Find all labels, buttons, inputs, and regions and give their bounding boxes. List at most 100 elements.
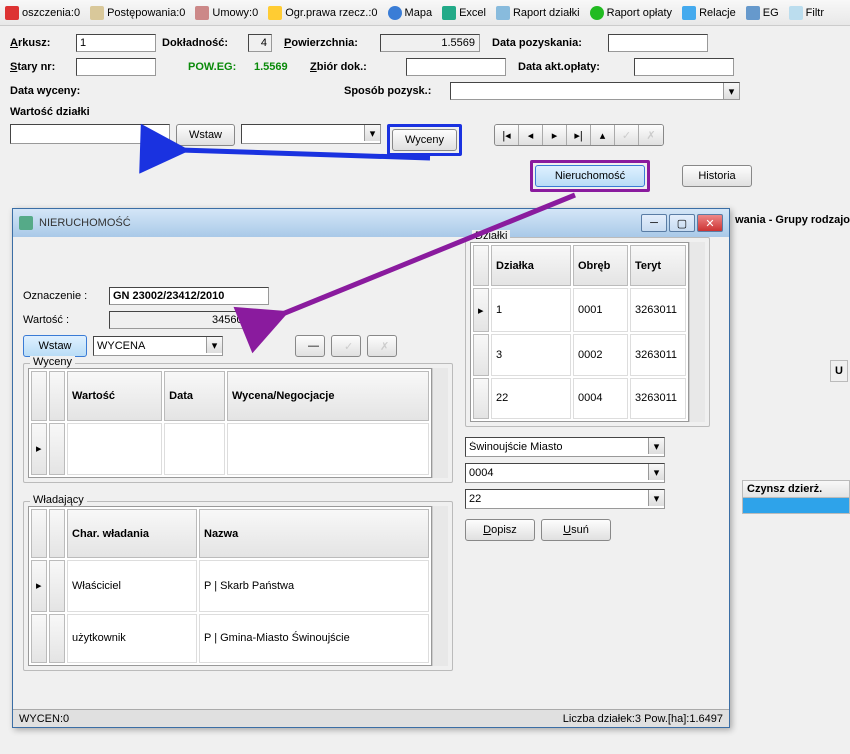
wyceny-legend: Wyceny xyxy=(30,356,75,368)
nieruchomosc-dialog: NIERUCHOMOŚĆ ─ ▢ ✕ Oznaczenie : Wartość … xyxy=(12,208,730,728)
document-icon xyxy=(90,6,104,20)
dzialki-scrollbar[interactable] xyxy=(689,242,705,422)
status-wycen: WYCEN:0 xyxy=(19,713,69,725)
wladajacy-legend: Władający xyxy=(30,494,87,506)
tb-relacje[interactable]: Relacje xyxy=(682,6,736,20)
table-row[interactable]: ▸100013263011 xyxy=(473,288,686,332)
col-wartosc[interactable]: Wartość xyxy=(67,371,162,421)
oznaczenie-label: Oznaczenie : xyxy=(23,290,103,302)
shield-icon xyxy=(268,6,282,20)
dokladnosc-label: Dokładność: xyxy=(162,37,242,49)
dlg-wstaw-button[interactable]: Wstaw xyxy=(23,335,87,357)
nieruchomosc-button[interactable]: Nieruchomość xyxy=(535,165,645,187)
wstaw-button[interactable]: Wstaw xyxy=(176,124,235,146)
tb-filtr[interactable]: Filtr xyxy=(789,6,824,20)
data-pozyskania-input[interactable] xyxy=(608,34,708,52)
table-row[interactable]: użytkownikP | Gmina-Miasto Świnoujście xyxy=(31,614,429,663)
nav-buttons: |◂ ◂ ▸ ▸| ▴ ✓ ✗ xyxy=(494,124,664,146)
table-row[interactable]: 300023263011 xyxy=(473,334,686,375)
data-wyceny-label: Data wyceny: xyxy=(10,85,100,97)
wyceny-button[interactable]: Wyceny xyxy=(392,129,457,151)
arkusz-input[interactable] xyxy=(76,34,156,52)
stary-nr-label: Stary nr: xyxy=(10,61,70,73)
combo-dzialka[interactable]: ▾ xyxy=(465,489,665,509)
nav-next-button[interactable]: ▸ xyxy=(543,125,567,145)
nav-prev-button[interactable]: ◂ xyxy=(519,125,543,145)
sposob-pozysk-combo[interactable]: ▾ xyxy=(450,82,740,100)
usun-button[interactable]: Usuń xyxy=(541,519,611,541)
table-row[interactable]: ▸WłaścicielP | Skarb Państwa xyxy=(31,560,429,612)
tb-ogr[interactable]: Ogr.prawa rzecz.:0 xyxy=(268,6,377,20)
nav-cancel-button[interactable]: ✗ xyxy=(639,125,663,145)
eg-icon xyxy=(746,6,760,20)
wartosc-combo[interactable]: ▾ xyxy=(241,124,381,144)
col-teryt[interactable]: Teryt xyxy=(630,245,686,286)
tree-icon xyxy=(682,6,696,20)
table-row[interactable]: 2200043263011 xyxy=(473,378,686,419)
nav-up-button[interactable]: ▴ xyxy=(591,125,615,145)
wyceny-grid[interactable]: Wartość Data Wycena/Negocjacje ▸ xyxy=(28,368,432,478)
dialog-titlebar[interactable]: NIERUCHOMOŚĆ ─ ▢ ✕ xyxy=(13,209,729,237)
data-akt-label: Data akt.opłaty: xyxy=(518,61,628,73)
close-button[interactable]: ✕ xyxy=(697,214,723,232)
pow-eg-value: 1.5569 xyxy=(254,61,304,73)
wartosc-dzialki-input[interactable] xyxy=(10,124,170,144)
oznaczenie-input[interactable] xyxy=(109,287,269,305)
historia-button[interactable]: Historia xyxy=(682,165,752,187)
wartosc-input[interactable] xyxy=(109,311,269,329)
col-nazwa[interactable]: Nazwa xyxy=(199,509,429,558)
zbior-dok-input[interactable] xyxy=(406,58,506,76)
nav-first-button[interactable]: |◂ xyxy=(495,125,519,145)
chevron-down-icon: ▾ xyxy=(648,438,664,454)
data-pozyskania-label: Data pozyskania: xyxy=(492,37,602,49)
wyceny-scrollbar[interactable] xyxy=(432,368,448,478)
nav-check-button[interactable]: ✓ xyxy=(615,125,639,145)
report-green-icon xyxy=(590,6,604,20)
data-akt-input[interactable] xyxy=(634,58,734,76)
stary-nr-input[interactable] xyxy=(76,58,156,76)
minimize-button[interactable]: ─ xyxy=(641,214,667,232)
chevron-down-icon: ▾ xyxy=(364,125,380,141)
combo-obreb[interactable]: ▾ xyxy=(465,463,665,483)
col-obreb[interactable]: Obręb xyxy=(573,245,628,286)
excel-icon xyxy=(442,6,456,20)
tb-eg[interactable]: EG xyxy=(746,6,779,20)
x-button[interactable]: ✗ xyxy=(367,335,397,357)
wladajacy-grid[interactable]: Char. władania Nazwa ▸WłaścicielP | Skar… xyxy=(28,506,432,666)
dokladnosc-input[interactable] xyxy=(248,34,272,52)
maximize-button[interactable]: ▢ xyxy=(669,214,695,232)
report-icon xyxy=(496,6,510,20)
nav-last-button[interactable]: ▸| xyxy=(567,125,591,145)
dzialki-grid[interactable]: Działka Obręb Teryt ▸100013263011 300023… xyxy=(470,242,689,422)
wladajacy-scrollbar[interactable] xyxy=(432,506,448,666)
tb-postepowania[interactable]: Postępowania:0 xyxy=(90,6,185,20)
wycena-combo[interactable]: ▾ xyxy=(93,336,223,356)
main-form: Arkusz: Dokładność: Powierzchnia: Data p… xyxy=(0,26,850,206)
status-liczba: Liczba działek:3 Pow.[ha]:1.6497 xyxy=(563,713,723,725)
tb-raport-dzialki[interactable]: Raport działki xyxy=(496,6,580,20)
tb-oszczenia[interactable]: oszczenia:0 xyxy=(5,6,80,20)
tb-mapa[interactable]: Mapa xyxy=(388,6,433,20)
col-dzialka[interactable]: Działka xyxy=(491,245,571,286)
col-char[interactable]: Char. władania xyxy=(67,509,197,558)
check-button[interactable]: ✓ xyxy=(331,335,361,357)
pow-eg-label: POW.EG: xyxy=(188,61,248,73)
filter-icon xyxy=(789,6,803,20)
dopisz-button[interactable]: Dopisz xyxy=(465,519,535,541)
tb-raport-oplaty[interactable]: Raport opłaty xyxy=(590,6,672,20)
red-square-icon xyxy=(5,6,19,20)
czynsz-header: Czynsz dzierż. xyxy=(742,480,850,498)
tb-umowy[interactable]: Umowy:0 xyxy=(195,6,258,20)
combo-miasto[interactable]: ▾ xyxy=(465,437,665,457)
col-data[interactable]: Data xyxy=(164,371,225,421)
tb-excel[interactable]: Excel xyxy=(442,6,486,20)
minus-button[interactable]: — xyxy=(295,335,325,357)
powierzchnia-label: Powierzchnia: xyxy=(284,37,374,49)
czynsz-row[interactable] xyxy=(742,498,850,514)
powierzchnia-input[interactable] xyxy=(380,34,480,52)
chevron-down-icon: ▾ xyxy=(723,83,739,99)
wartosc-dzialki-label: Wartość działki xyxy=(10,106,120,118)
col-wycena-neg[interactable]: Wycena/Negocjacje xyxy=(227,371,429,421)
cup-icon xyxy=(195,6,209,20)
sposob-pozysk-label: Sposób pozysk.: xyxy=(344,85,444,97)
